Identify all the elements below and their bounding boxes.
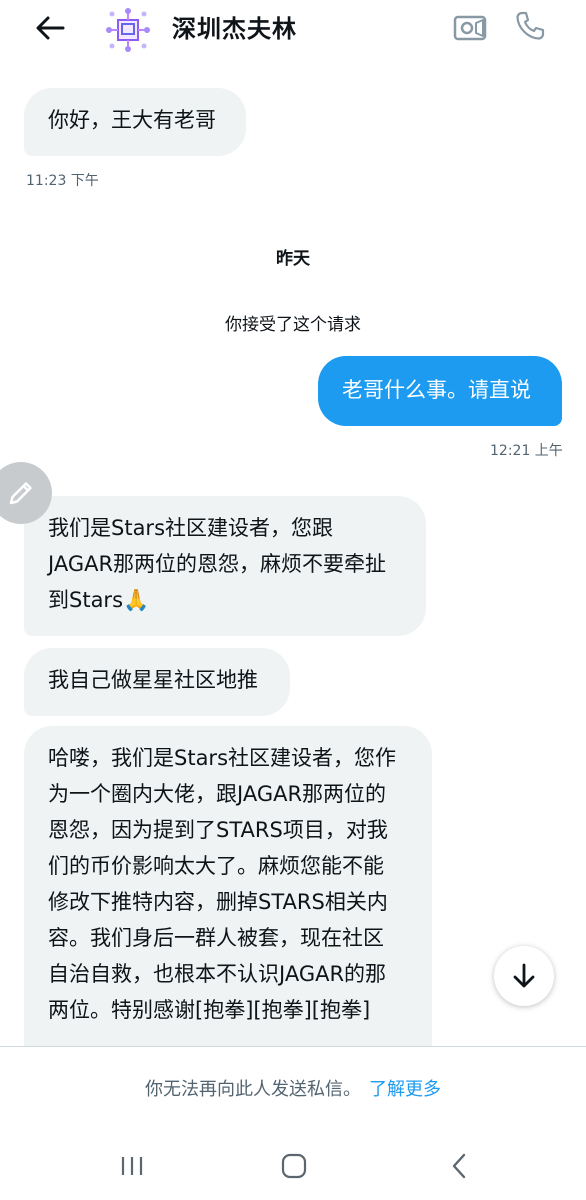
recent-apps-button[interactable] <box>112 1146 152 1186</box>
arrow-down-icon <box>513 963 535 988</box>
arrow-left-icon <box>36 16 65 40</box>
home-button[interactable] <box>274 1146 314 1186</box>
message-bubble[interactable]: 哈喽，我们是Stars社区建设者，您作 为一个圈内大佬，跟JAGAR那两位的 恩… <box>24 726 432 1046</box>
scroll-to-bottom-button[interactable] <box>494 946 554 1006</box>
system-nav-bar <box>0 1132 586 1200</box>
dm-disabled-footer: 你无法再向此人发送私信。 了解更多 <box>0 1046 586 1133</box>
pencil-icon <box>9 482 32 505</box>
message-timestamp: 12:21 上午 <box>490 443 563 459</box>
avatar[interactable] <box>106 8 150 52</box>
message-bubble[interactable]: 我们是Stars社区建设者，您跟 JAGAR那两位的恩怨，麻烦不要牵扯 到Sta… <box>24 496 426 636</box>
conversation-title[interactable]: 深圳杰夫林 <box>172 12 297 46</box>
video-call-button[interactable] <box>450 8 490 48</box>
message-bubble[interactable]: 我自己做星星社区地推 <box>24 648 290 716</box>
message-timestamp: 11:23 下午 <box>26 173 99 189</box>
back-button[interactable] <box>30 8 70 48</box>
video-camera-icon <box>453 15 487 41</box>
learn-more-link[interactable]: 了解更多 <box>369 1079 441 1100</box>
recent-apps-icon <box>121 1157 143 1175</box>
voice-call-button[interactable] <box>510 6 550 46</box>
dm-disabled-notice: 你无法再向此人发送私信。 <box>145 1079 361 1100</box>
home-icon <box>281 1153 307 1179</box>
footer-notice-line: 你无法再向此人发送私信。 了解更多 <box>0 1075 586 1101</box>
nav-back-button[interactable] <box>440 1146 480 1186</box>
system-note: 你接受了这个请求 <box>225 315 361 335</box>
conversation-header: 深圳杰夫林 <box>0 0 586 60</box>
date-divider: 昨天 <box>276 249 310 269</box>
phone-icon <box>516 11 545 40</box>
app-logo-icon <box>106 8 150 52</box>
message-bubble[interactable]: 你好，王大有老哥 <box>24 88 246 156</box>
message-bubble[interactable]: 老哥什么事。请直说 <box>318 356 562 426</box>
nav-back-icon <box>452 1153 466 1179</box>
